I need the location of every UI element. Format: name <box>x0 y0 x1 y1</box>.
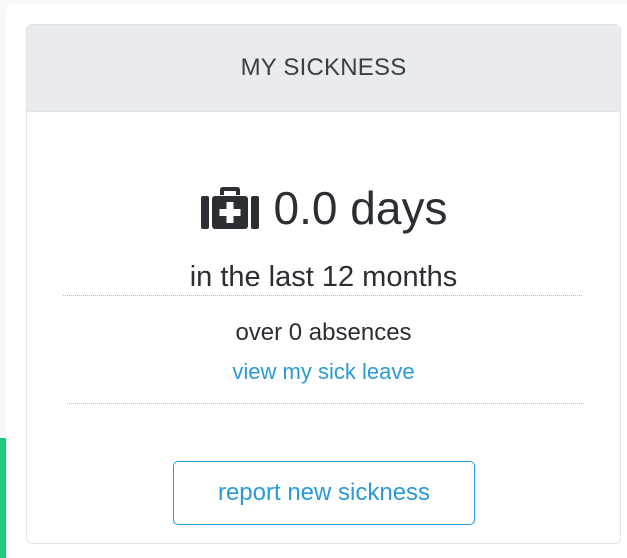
sickness-days-summary: 0.0 days <box>27 185 620 231</box>
card-title: MY SICKNESS <box>240 54 407 81</box>
divider <box>67 403 584 404</box>
report-new-sickness-button[interactable]: report new sickness <box>173 461 475 525</box>
card-header: MY SICKNESS <box>27 25 620 112</box>
sick-days-value: 0.0 days <box>273 182 448 234</box>
medical-kit-icon <box>200 187 259 229</box>
view-sick-leave-link[interactable]: view my sick leave <box>27 359 620 385</box>
sickness-widget-card: MY SICKNESS 0.0 days in the last 12 mont… <box>26 24 621 544</box>
absences-count-text: over 0 absences <box>235 319 412 346</box>
period-text: in the last 12 months <box>189 261 458 293</box>
divider <box>63 295 582 296</box>
page: MY SICKNESS 0.0 days in the last 12 mont… <box>0 0 627 558</box>
